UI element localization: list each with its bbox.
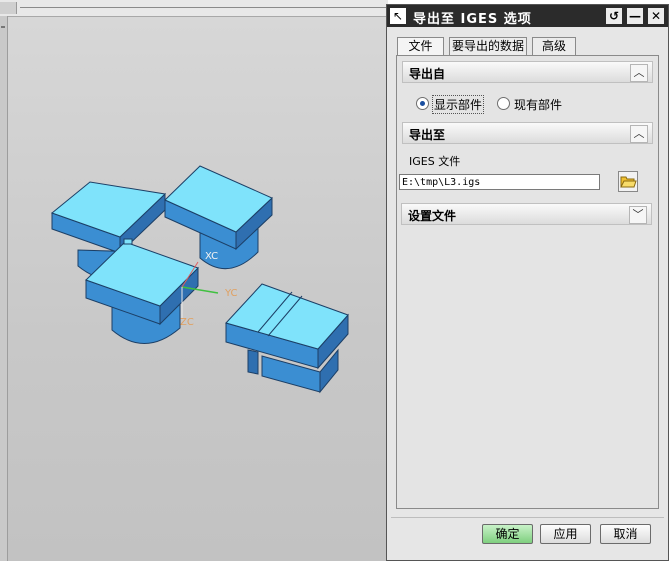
section-settings-file-title: 设置文件 (408, 209, 457, 223)
chevron-down-icon[interactable]: ﹀ (629, 206, 647, 224)
section-settings-file[interactable]: 设置文件 ﹀ (401, 203, 652, 225)
model-block-4[interactable] (225, 283, 349, 394)
ok-button[interactable]: 确定 (482, 524, 533, 544)
section-export-from[interactable]: 导出自 ︿ (402, 61, 653, 83)
graphics-viewport[interactable]: XC YC ZC (0, 0, 388, 561)
dialog-separator (391, 517, 664, 518)
reset-icon[interactable]: ↺ (606, 8, 622, 24)
iges-file-path-input[interactable]: E:\tmp\L3.igs (399, 174, 600, 190)
radio-displayed-part[interactable] (416, 97, 429, 110)
dialog-titlebar[interactable]: ↖ 导出至 IGES 选项 ↺ — ✕ (387, 5, 668, 27)
iges-file-label: IGES 文件 (409, 155, 461, 168)
tab-data-to-export[interactable]: 要导出的数据 (449, 37, 527, 55)
label-displayed-part[interactable]: 显示部件 (432, 95, 485, 114)
chevron-up-icon[interactable]: ︿ (630, 64, 648, 82)
tab-panel-file: 导出自 ︿ 显示部件 现有部件 导出至 ︿ IGES 文件 (396, 55, 659, 509)
cancel-button[interactable]: 取消 (600, 524, 651, 544)
axis-label-yc: YC (224, 288, 238, 299)
3d-model-view[interactable]: XC YC ZC (0, 0, 388, 561)
radio-existing-part[interactable] (497, 97, 510, 110)
axis-label-xc: XC (205, 251, 218, 262)
chevron-up-icon[interactable]: ︿ (630, 125, 648, 143)
apply-button[interactable]: 应用 (540, 524, 591, 544)
section-export-to[interactable]: 导出至 ︿ (402, 122, 653, 144)
tab-advanced[interactable]: 高级 (532, 37, 576, 55)
section-export-from-title: 导出自 (409, 67, 446, 81)
export-iges-dialog: ↖ 导出至 IGES 选项 ↺ — ✕ 文件 要导出的数据 高级 导出自 ︿ 显… (386, 4, 669, 561)
model-block-2[interactable] (164, 165, 273, 270)
minimize-icon[interactable]: — (627, 8, 643, 24)
dialog-title: 导出至 IGES 选项 (413, 12, 532, 27)
label-existing-part[interactable]: 现有部件 (514, 96, 562, 113)
browse-button[interactable] (618, 171, 638, 192)
section-export-to-title: 导出至 (409, 128, 446, 142)
folder-open-icon (620, 176, 637, 188)
tab-file[interactable]: 文件 (397, 37, 444, 56)
close-icon[interactable]: ✕ (648, 8, 664, 24)
select-arrow-icon: ↖ (390, 8, 406, 24)
axis-label-zc: ZC (180, 317, 194, 328)
